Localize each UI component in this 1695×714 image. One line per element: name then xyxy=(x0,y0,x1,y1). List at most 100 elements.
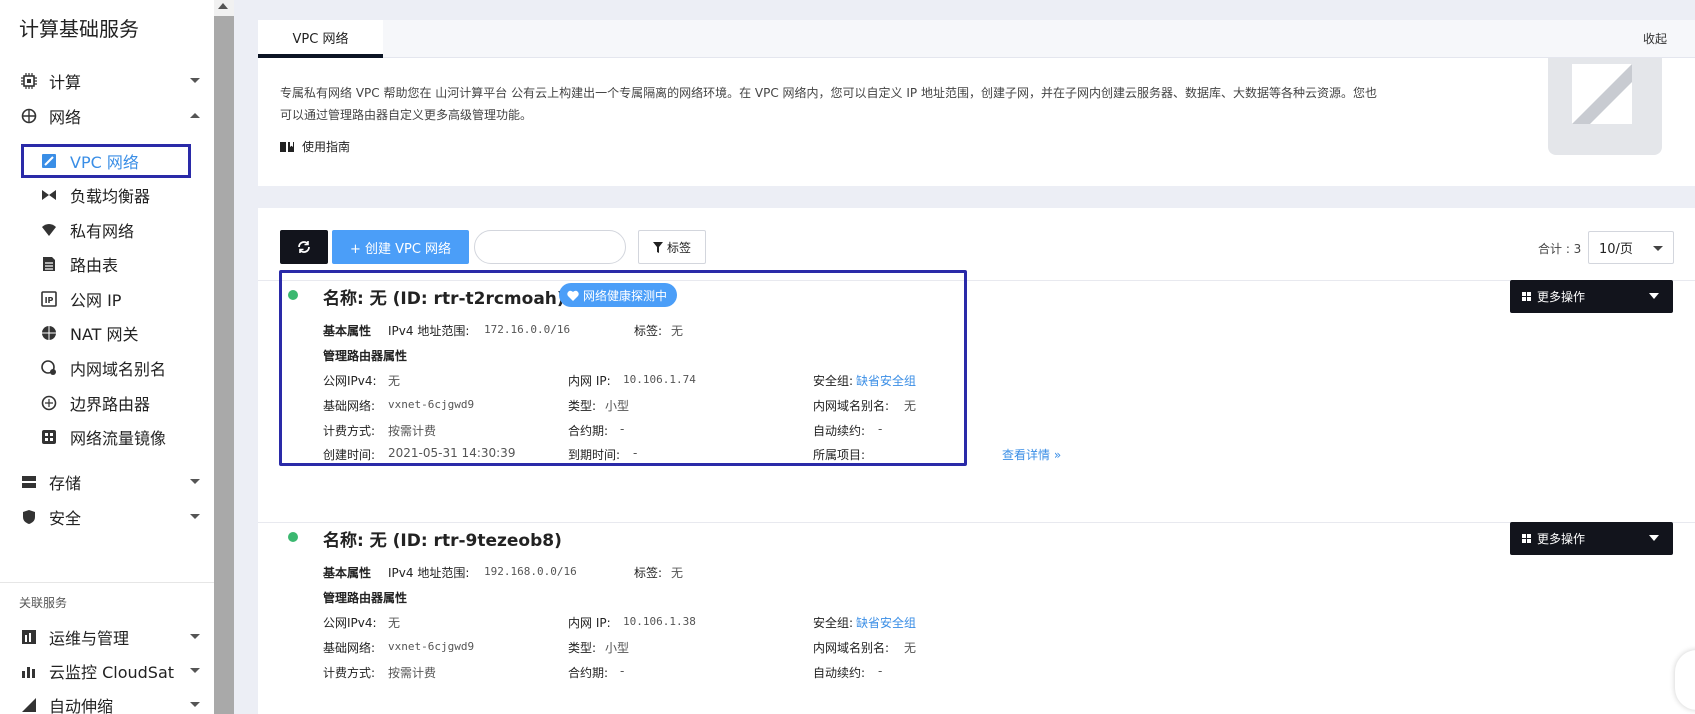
public-ip-icon: IP xyxy=(40,290,58,308)
wifi-icon xyxy=(40,221,58,239)
chevron-up-icon xyxy=(190,113,200,118)
sidebar-item-label: VPC 网络 xyxy=(70,153,139,172)
tag-value: 无 xyxy=(671,566,684,580)
vpc-illustration xyxy=(1548,58,1662,155)
public-ipv4-label: 公网IPv4: xyxy=(323,616,377,630)
sidebar-item-dns-alias[interactable]: 内网域名别名 xyxy=(40,353,190,383)
sidebar-item-private-network[interactable]: 私有网络 xyxy=(40,215,190,245)
nat-gateway-icon xyxy=(40,324,58,342)
grid-icon xyxy=(1522,534,1531,543)
sidebar-item-border-router[interactable]: 边界路由器 xyxy=(40,388,190,418)
vpc-icon xyxy=(40,152,58,170)
sidebar-scrollbar[interactable] xyxy=(214,0,234,714)
base-network-value: vxnet-6cjgwd9 xyxy=(388,640,475,653)
more-actions-button[interactable]: 更多操作 xyxy=(1510,522,1673,555)
sidebar-title: 计算基础服务 xyxy=(19,17,139,41)
type-value: 小型 xyxy=(605,641,630,655)
vpc-card: 名称: 无 (ID: rtr-t2rcmoah) 网络健康探测中 更多操作 基本… xyxy=(258,208,1695,466)
chevron-down-icon xyxy=(190,702,200,707)
guide-link[interactable]: 使用指南 xyxy=(280,138,350,155)
dns-alias-label: 内网域名别名: xyxy=(813,641,890,655)
sidebar-item-ops[interactable]: 运维与管理 xyxy=(20,622,200,652)
sidebar-item-nat-gateway[interactable]: NAT 网关 xyxy=(40,318,190,348)
intro-description: 专属私有网络 VPC 帮助您在 山河计算平台 公有云上构建出一个专属隔离的网络环… xyxy=(280,82,1480,126)
cpu-icon xyxy=(20,72,38,90)
sidebar-item-public-ip[interactable]: IP 公网 IP xyxy=(40,284,190,314)
chevron-down-icon xyxy=(190,668,200,673)
ops-icon xyxy=(20,628,38,646)
sidebar-group-label: 存储 xyxy=(49,474,82,493)
more-actions-label: 更多操作 xyxy=(1537,532,1586,546)
load-balancer-icon xyxy=(40,186,58,204)
ipv4-range-label: IPv4 地址范围: xyxy=(388,566,470,580)
svg-text:IP: IP xyxy=(45,296,54,305)
contract-value: - xyxy=(620,664,625,678)
sidebar-group-storage[interactable]: 存储 xyxy=(20,467,200,497)
type-label: 类型: xyxy=(568,641,597,655)
guide-label: 使用指南 xyxy=(302,140,351,154)
router-attr-heading: 管理路由器属性 xyxy=(323,591,408,605)
related-services-heading: 关联服务 xyxy=(19,596,68,610)
vpc-card: 名称: 无 (ID: rtr-9tezeob8) 更多操作 基本属性 IPv4 … xyxy=(258,450,1695,690)
book-icon xyxy=(280,141,294,153)
security-group-label: 安全组: xyxy=(813,616,854,630)
basic-attr-heading: 基本属性 xyxy=(323,566,372,580)
dns-alias-icon xyxy=(40,359,58,377)
chevron-down-icon xyxy=(190,514,200,519)
billing-label: 计费方式: xyxy=(323,666,376,680)
traffic-mirror-icon xyxy=(40,428,58,446)
sidebar-item-vpc[interactable]: VPC 网络 xyxy=(40,146,190,176)
sidebar-item-traffic-mirror[interactable]: 网络流量镜像 xyxy=(40,422,190,452)
billing-value: 按需计费 xyxy=(388,666,437,680)
base-network-label: 基础网络: xyxy=(323,641,376,655)
collapse-link[interactable]: 收起 xyxy=(1643,30,1667,47)
scroll-up-arrow-icon[interactable] xyxy=(218,3,228,9)
dns-alias-value: 无 xyxy=(904,641,917,655)
chevron-down-icon xyxy=(1649,535,1659,541)
route-table-icon xyxy=(40,255,58,273)
sidebar-item-autoscale[interactable]: 自动伸缩 xyxy=(20,690,200,714)
border-router-icon xyxy=(40,394,58,412)
sidebar-group-label: 安全 xyxy=(49,509,82,528)
sidebar-item-label: 路由表 xyxy=(70,256,119,275)
sidebar-group-label: 网络 xyxy=(49,108,82,127)
monitor-icon xyxy=(20,662,38,680)
auto-renew-label: 自动续约: xyxy=(813,666,866,680)
chevron-down-icon xyxy=(1649,293,1659,299)
vpc-card-highlight xyxy=(279,270,967,466)
auto-renew-value: - xyxy=(878,664,883,678)
chevron-down-icon xyxy=(190,634,200,639)
intro-line: 专属私有网络 VPC 帮助您在 山河计算平台 公有云上构建出一个专属隔离的网络环… xyxy=(280,86,1377,100)
tab-bar: VPC 网络 收起 xyxy=(258,20,1695,58)
chevron-down-icon xyxy=(190,479,200,484)
tag-label: 标签: xyxy=(634,566,663,580)
shield-icon xyxy=(20,508,38,526)
vpc-name: 名称: 无 (ID: rtr-9tezeob8) xyxy=(323,531,562,551)
public-ipv4-value: 无 xyxy=(388,616,401,630)
sidebar-item-label: 私有网络 xyxy=(70,222,135,241)
sidebar: 计算基础服务 计算 网络 VPC 网络 负载均衡器 私有网络 路由表 IP 公网… xyxy=(0,0,214,714)
sidebar-item-load-balancer[interactable]: 负载均衡器 xyxy=(40,180,190,210)
intro-panel: 专属私有网络 VPC 帮助您在 山河计算平台 公有云上构建出一个专属隔离的网络环… xyxy=(258,58,1695,186)
sidebar-group-security[interactable]: 安全 xyxy=(20,502,200,532)
sidebar-item-label: 负载均衡器 xyxy=(70,187,151,206)
sidebar-group-compute[interactable]: 计算 xyxy=(20,66,200,96)
sidebar-item-label: 边界路由器 xyxy=(70,395,151,414)
sidebar-item-label: 公网 IP xyxy=(70,291,122,310)
intro-line: 可以通过管理路由器自定义更多高级管理功能。 xyxy=(280,108,533,122)
sidebar-item-label: 内网域名别名 xyxy=(70,360,167,379)
security-group-link[interactable]: 缺省安全组 xyxy=(856,614,916,631)
sidebar-item-route-table[interactable]: 路由表 xyxy=(40,249,190,279)
sidebar-item-label: NAT 网关 xyxy=(70,325,139,344)
more-actions-button[interactable]: 更多操作 xyxy=(1510,280,1673,313)
sidebar-item-cloudsat[interactable]: 云监控 CloudSat xyxy=(20,656,200,686)
sidebar-group-network[interactable]: 网络 xyxy=(20,101,200,131)
autoscale-icon xyxy=(20,696,38,714)
tab-vpc[interactable]: VPC 网络 xyxy=(258,20,383,58)
status-running-dot xyxy=(288,532,298,542)
inner-ip-value: 10.106.1.38 xyxy=(623,615,696,628)
chevron-down-icon xyxy=(190,78,200,83)
vpc-list-panel: + 创建 VPC 网络 标签 合计 : 3 10/页 名称: 无 (ID: rt… xyxy=(258,208,1695,714)
sidebar-item-label: 云监控 CloudSat xyxy=(49,663,175,682)
ipv4-range-value: 192.168.0.0/16 xyxy=(484,565,577,578)
